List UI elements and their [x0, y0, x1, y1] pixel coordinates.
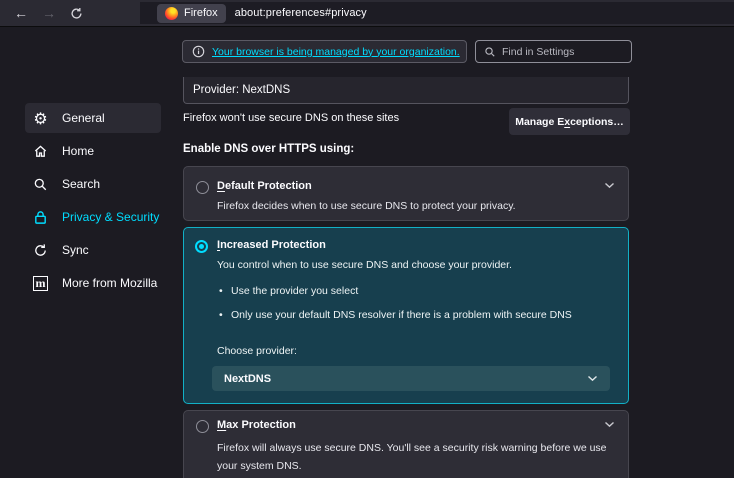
dns-over-https-heading: Enable DNS over HTTPS using:	[183, 143, 354, 155]
option-title[interactable]: Max Protection	[217, 419, 296, 431]
managed-browser-link[interactable]: Your browser is being managed by your or…	[212, 46, 460, 58]
chevron-down-icon	[587, 375, 598, 382]
sidebar-item-label: General	[62, 111, 105, 125]
sidebar-item-label: More from Mozilla	[62, 276, 157, 290]
search-input[interactable]	[502, 46, 623, 58]
sidebar-item-search[interactable]: Search	[25, 169, 161, 199]
secure-dns-exceptions-note: Firefox won't use secure DNS on these si…	[183, 112, 399, 124]
option-increased-protection[interactable]: Increased Protection You control when to…	[183, 227, 629, 404]
gear-icon: ⚙	[32, 110, 49, 127]
lock-icon	[32, 209, 49, 226]
sidebar-item-general[interactable]: ⚙ General	[25, 103, 161, 133]
provider-dropdown[interactable]: NextDNS	[212, 366, 610, 391]
sync-icon	[32, 242, 49, 259]
reload-icon[interactable]	[70, 7, 83, 20]
sidebar-item-sync[interactable]: Sync	[25, 235, 161, 265]
mozilla-m-icon: m	[32, 275, 49, 292]
option-description: Firefox decides when to use secure DNS t…	[217, 200, 516, 212]
sidebar-item-label: Sync	[62, 243, 89, 257]
chevron-down-icon[interactable]	[604, 421, 615, 428]
sidebar-item-label: Home	[62, 144, 94, 158]
increased-protection-radio[interactable]	[195, 240, 208, 253]
choose-provider-label: Choose provider:	[217, 345, 297, 357]
magnifier-icon	[32, 176, 49, 193]
sidebar-item-home[interactable]: Home	[25, 136, 161, 166]
sidebar-item-label: Privacy & Security	[62, 210, 159, 224]
sidebar-item-more-from-mozilla[interactable]: m More from Mozilla	[25, 268, 161, 298]
info-icon	[192, 45, 205, 58]
settings-sidebar: ⚙ General Home Search Privacy & Security	[0, 27, 176, 478]
firefox-logo-icon	[165, 7, 178, 20]
option-description: You control when to use secure DNS and c…	[217, 259, 512, 271]
max-protection-radio[interactable]	[196, 420, 209, 433]
option-bullet: Use the provider you select	[231, 285, 358, 297]
provider-status-text: Provider: NextDNS	[193, 84, 290, 96]
chevron-down-icon[interactable]	[604, 182, 615, 189]
back-icon[interactable]: ←	[14, 6, 28, 20]
dns-provider-status: Provider: NextDNS	[183, 77, 629, 104]
option-bullet: Only use your default DNS resolver if th…	[231, 309, 572, 321]
sidebar-item-privacy-security[interactable]: Privacy & Security	[25, 202, 161, 232]
option-max-protection[interactable]: Max Protection Firefox will always use s…	[183, 410, 629, 478]
option-default-protection[interactable]: Default Protection Firefox decides when …	[183, 166, 629, 221]
home-icon	[32, 143, 49, 160]
option-title[interactable]: Increased Protection	[217, 239, 326, 251]
search-icon	[484, 46, 496, 58]
manage-exceptions-button[interactable]: Manage Exceptions…	[509, 108, 630, 135]
managed-browser-banner[interactable]: Your browser is being managed by your or…	[182, 40, 467, 63]
sidebar-item-label: Search	[62, 177, 100, 191]
firefox-window: ← → Firefox about:preferences#privacy ⚙ …	[0, 0, 734, 478]
settings-search	[475, 40, 632, 63]
option-title[interactable]: Default Protection	[217, 180, 312, 192]
provider-dropdown-value: NextDNS	[224, 373, 587, 385]
option-description: Firefox will always use secure DNS. You'…	[217, 439, 609, 476]
default-protection-radio[interactable]	[196, 181, 209, 194]
preferences-content: Your browser is being managed by your or…	[182, 0, 632, 478]
forward-icon[interactable]: →	[42, 6, 56, 20]
